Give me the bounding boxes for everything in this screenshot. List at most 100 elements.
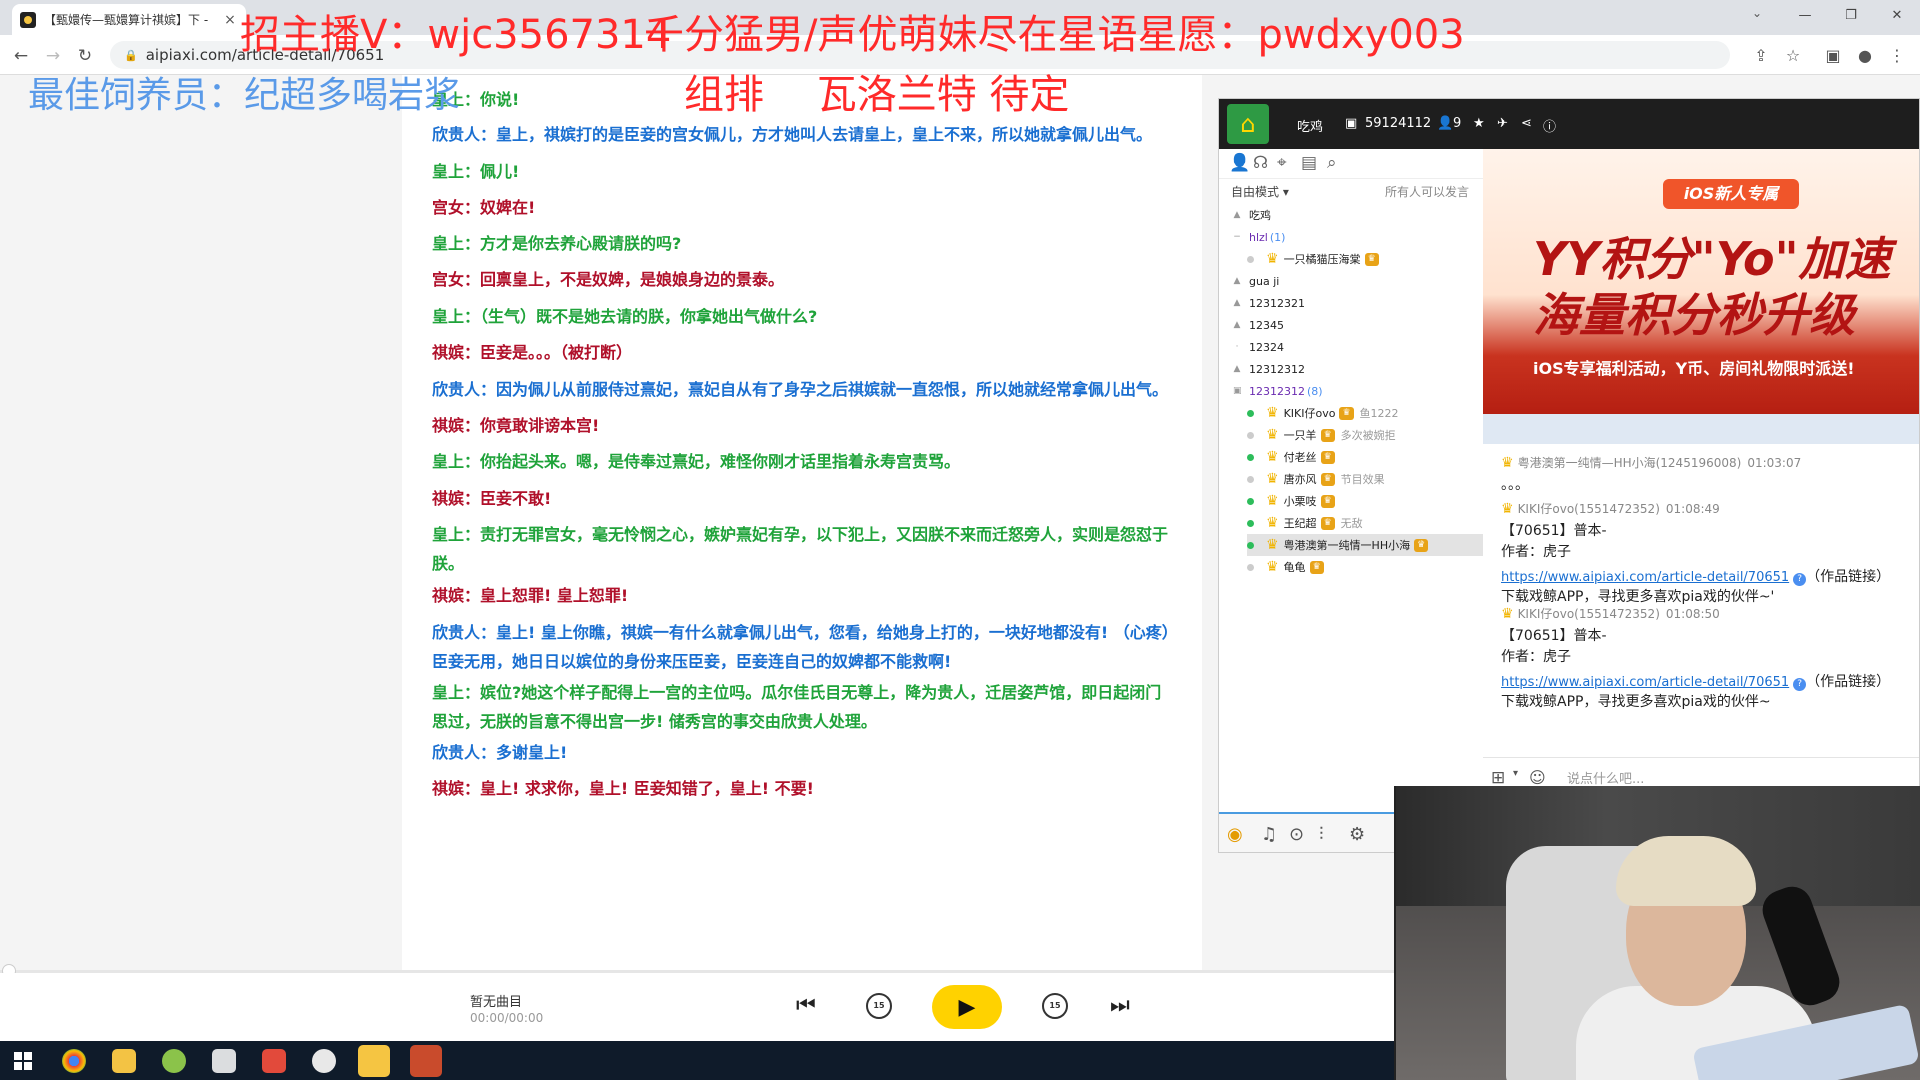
member-tag: 鱼1222 xyxy=(1359,407,1399,420)
chevron-down-icon[interactable]: ▾ xyxy=(1513,768,1518,779)
microphone-icon[interactable]: ⊙ xyxy=(1289,824,1304,845)
member-name: 粤港澳第一纯情一HH小海 xyxy=(1283,539,1411,552)
tab-search-chevron-icon[interactable]: ⌄ xyxy=(1752,6,1762,20)
badge-icon: ♛ xyxy=(1320,516,1335,530)
sub-channel[interactable]: − hlzl (1) xyxy=(1233,226,1483,248)
member-name: 一只羊 xyxy=(1283,429,1317,442)
channel-member[interactable]: ♛ 付老丝 ♛ xyxy=(1247,446,1483,468)
ad-banner[interactable]: iOS新人专属 YY积分"Yo"加速 海量积分秒升级 iOS专享福利活动，Y币、… xyxy=(1483,149,1919,414)
overlay-team-text: 组排 瓦洛兰特 待定 xyxy=(684,72,1070,118)
settings-icon[interactable]: ⚙ xyxy=(1349,824,1365,845)
lock-icon: 🔒 xyxy=(124,48,138,62)
chat-input[interactable]: 说点什么吧... xyxy=(1567,768,1644,787)
plane-app-icon[interactable] xyxy=(212,1049,236,1073)
minimize-icon[interactable]: — xyxy=(1782,0,1828,30)
play-button[interactable]: ▶ xyxy=(932,985,1002,1029)
member-name: 王纪超 xyxy=(1283,517,1317,530)
home-icon[interactable]: ⌂ xyxy=(1227,104,1269,144)
sub-channel[interactable]: · 12324 xyxy=(1233,336,1483,358)
help-icon[interactable]: ? xyxy=(1793,678,1807,691)
badge-icon: ♛ xyxy=(1320,494,1335,508)
board-icon[interactable]: ▤ xyxy=(1301,153,1317,173)
badge-icon: ♛ xyxy=(1339,406,1354,420)
member-name: gua ji xyxy=(1249,274,1280,288)
mixer-icon[interactable]: ⫶ xyxy=(1319,824,1324,845)
chat-time: 01:08:49 xyxy=(1665,502,1720,516)
share-icon[interactable]: ⇪ xyxy=(1750,45,1772,67)
chat-message-text: 下载戏鲸APP，寻找更多喜欢pia戏的伙伴~' xyxy=(1501,589,1775,605)
chat-sender[interactable]: 粤港澳第一纯情—HH小海(1245196008) xyxy=(1518,456,1742,470)
app-icon[interactable] xyxy=(162,1049,186,1073)
close-window-icon[interactable]: ✕ xyxy=(1874,0,1920,30)
browser-tab[interactable]: 【甄嬛传—甄嬛算计祺嫔】下 - × xyxy=(12,4,246,35)
rewind-15-button[interactable]: 15 xyxy=(866,993,892,1019)
sub-channel[interactable]: ▲ 12312312 xyxy=(1233,358,1483,380)
yy-header: ⌂ 吃鸡 ▣ 59124112 👤 9 ★ ✈ ⋖ ⓘ xyxy=(1219,99,1919,149)
tab-close-icon[interactable]: × xyxy=(222,12,238,28)
chat-link[interactable]: https://www.aipiaxi.com/article-detail/7… xyxy=(1501,675,1789,690)
owl-icon[interactable]: ◉ xyxy=(1227,824,1243,845)
location-icon[interactable]: ⌖ xyxy=(1277,153,1287,173)
channel-member[interactable]: ♛ 一只羊 ♛ 多次被婉拒 xyxy=(1247,424,1483,446)
channel-member[interactable]: ♛ 粤港澳第一纯情一HH小海 ♛ xyxy=(1247,534,1483,556)
chrome-icon[interactable] xyxy=(62,1049,86,1073)
badge-icon: ♛ xyxy=(1320,428,1335,442)
channel-count: (8) xyxy=(1307,384,1323,398)
live-app-icon[interactable] xyxy=(410,1045,442,1077)
info-icon[interactable]: ⓘ xyxy=(1543,116,1556,135)
sub-channel[interactable]: ▲ 12312321 xyxy=(1233,292,1483,314)
channel-member[interactable]: ♛ 龟龟 ♛ xyxy=(1247,556,1483,578)
vip-crown-icon: ♛ xyxy=(1501,455,1514,471)
chat-sender[interactable]: KIKI仔ovo(1551472352) xyxy=(1518,502,1660,516)
channel-member[interactable]: ♛ 小栗吱 ♛ xyxy=(1247,490,1483,512)
banner-strip xyxy=(1483,414,1919,444)
badge-icon: ♛ xyxy=(1320,472,1335,486)
search-icon[interactable]: ⌕ xyxy=(1327,153,1337,173)
plane-icon[interactable]: ✈ xyxy=(1497,116,1508,131)
share-icon[interactable]: ⋖ xyxy=(1521,116,1532,131)
sub-channel[interactable]: ▣ 12312312 (8) xyxy=(1233,380,1483,402)
channel-member[interactable]: ♛ 王纪超 ♛ 无敌 xyxy=(1247,512,1483,534)
help-icon[interactable]: ? xyxy=(1793,573,1807,586)
menu-kebab-icon[interactable]: ⋮ xyxy=(1886,45,1908,67)
forward-15-button[interactable]: 15 xyxy=(1042,993,1068,1019)
member-tag: 无敌 xyxy=(1340,517,1363,530)
user-icon[interactable]: 👤 xyxy=(1229,153,1250,173)
profile-avatar-icon[interactable]: ● xyxy=(1854,45,1876,67)
file-explorer-icon[interactable] xyxy=(112,1049,136,1073)
mode-dropdown[interactable]: 自由模式 ▾ xyxy=(1231,183,1289,200)
script-article: 皇上：你说! 欣贵人：皇上，祺嫔打的是臣妾的宫女佩儿，方才她叫人去请皇上，皇上不来… xyxy=(402,75,1202,970)
emoji-icon[interactable]: ☺ xyxy=(1529,768,1546,787)
chat-link[interactable]: https://www.aipiaxi.com/article-detail/7… xyxy=(1501,570,1789,585)
wps-icon[interactable] xyxy=(262,1049,286,1073)
channel-lock-icon: ▲ xyxy=(1233,210,1241,220)
sub-channel[interactable]: ▲ gua ji xyxy=(1233,270,1483,292)
channel-member[interactable]: ♛ KIKI仔ovo ♛ 鱼1222 xyxy=(1247,402,1483,424)
chat-sender[interactable]: KIKI仔ovo(1551472352) xyxy=(1518,607,1660,621)
headset-icon[interactable]: ☊ xyxy=(1253,153,1268,173)
sub-channel[interactable]: ▲ 吃鸡 xyxy=(1233,204,1483,226)
channel-member[interactable]: ♛ 一只橘猫压海棠 ♛ xyxy=(1247,248,1483,270)
bookmark-star-icon[interactable]: ☆ xyxy=(1782,45,1804,67)
side-panel-icon[interactable]: ▣ xyxy=(1822,45,1844,67)
badge-icon: ♛ xyxy=(1309,560,1324,574)
gog-icon[interactable] xyxy=(312,1049,336,1073)
channel-member[interactable]: ♛ 唐亦风 ♛ 节目效果 xyxy=(1247,468,1483,490)
reload-icon[interactable]: ↻ xyxy=(74,45,96,67)
channel-lock-icon: ▲ xyxy=(1233,364,1241,374)
chat-message-text: 。。。 xyxy=(1501,477,1529,493)
favorite-star-icon[interactable]: ★ xyxy=(1473,116,1485,131)
next-track-icon[interactable]: ⏭ xyxy=(1110,993,1130,1018)
yy-owl-icon[interactable] xyxy=(358,1045,390,1077)
forward-icon[interactable]: → xyxy=(42,45,64,67)
restore-icon[interactable]: ❐ xyxy=(1828,0,1874,30)
previous-track-icon[interactable]: ⏮ xyxy=(796,993,816,1018)
windows-start-icon[interactable] xyxy=(14,1052,32,1070)
speaker-icon[interactable]: ♫ xyxy=(1261,824,1277,845)
vip-crown-icon: ♛ xyxy=(1266,559,1279,575)
back-icon[interactable]: ← xyxy=(10,45,32,67)
sub-channel[interactable]: ▲ 12345 xyxy=(1233,314,1483,336)
gamepad-icon[interactable]: ⊞ xyxy=(1491,768,1505,788)
member-name: 12312321 xyxy=(1249,296,1305,310)
script-line: 欣贵人：皇上，祺嫔打的是臣妾的宫女佩儿，方才她叫人去请皇上，皇上不来，所以她就拿… xyxy=(432,125,1153,144)
